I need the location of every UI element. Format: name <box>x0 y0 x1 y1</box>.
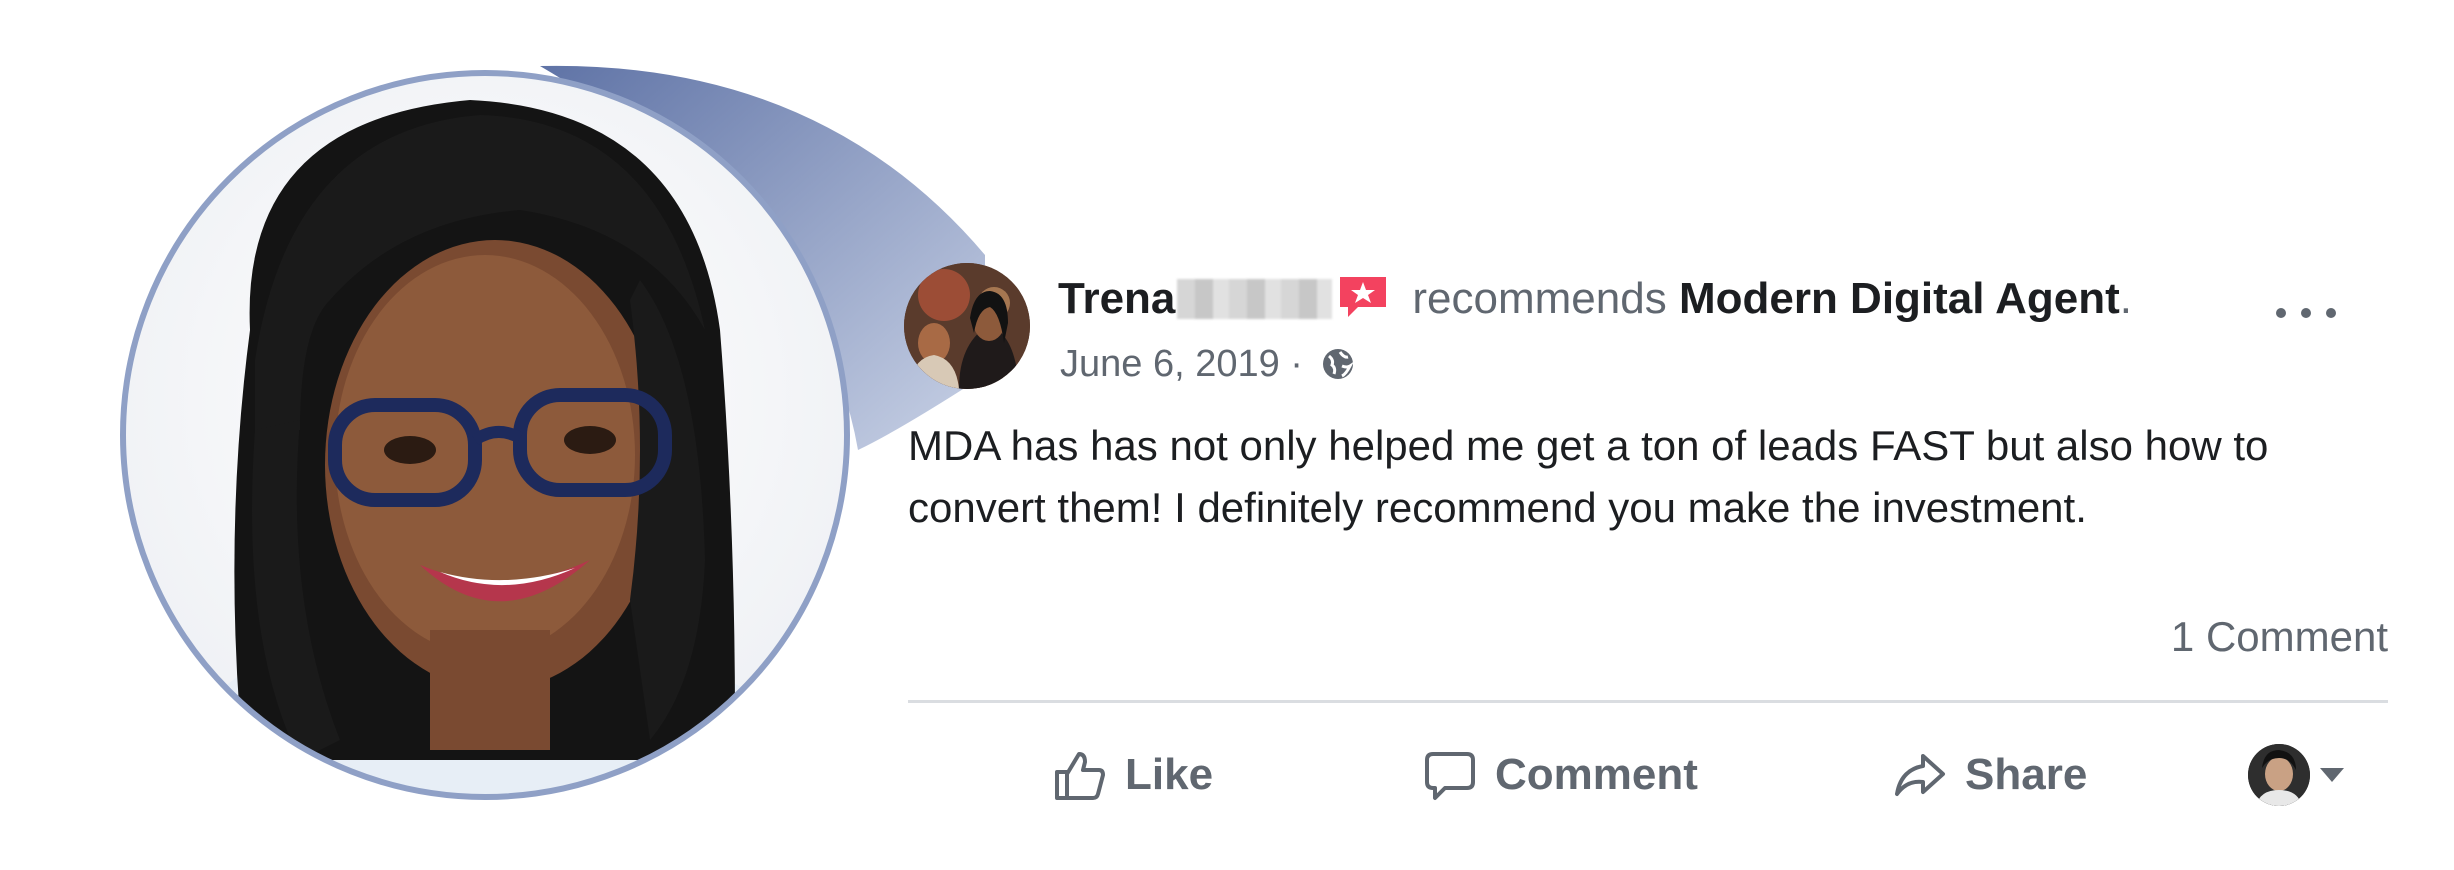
dot <box>2301 308 2311 318</box>
post-header: Trena recommends Modern Digital Agent. <box>1058 273 2132 324</box>
dot <box>2326 308 2336 318</box>
like-label: Like <box>1125 750 1214 799</box>
viewer-avatar <box>2248 744 2310 806</box>
comments-count-link[interactable]: 1 Comment <box>2171 613 2388 661</box>
author-name[interactable]: Trena <box>1058 274 1175 323</box>
more-options-icon[interactable] <box>2276 293 2336 333</box>
share-label: Share <box>1965 750 2088 799</box>
thumbs-up-icon <box>1055 752 1105 800</box>
share-button[interactable]: Share <box>1893 725 2087 825</box>
comment-bubble-icon <box>1425 752 1475 800</box>
testimonial-graphic: Trena recommends Modern Digital Agent. J… <box>0 0 2454 870</box>
share-arrow-icon <box>1895 754 1945 796</box>
trailing-period: . <box>2119 274 2132 323</box>
meta-separator: · <box>1279 343 1314 385</box>
comment-button[interactable]: Comment <box>1423 725 1698 825</box>
like-button[interactable]: Like <box>1053 725 1213 825</box>
caret-down-icon <box>2320 768 2344 782</box>
dot <box>2276 308 2286 318</box>
divider <box>908 700 2388 703</box>
post-meta: June 6, 2019 · <box>1060 343 1356 386</box>
globe-icon[interactable] <box>1320 346 1356 382</box>
author-avatar[interactable] <box>904 263 1030 389</box>
recommendation-badge-icon <box>1340 277 1387 317</box>
post-as-selector[interactable] <box>2248 743 2344 807</box>
redacted-surname <box>1177 279 1333 319</box>
comment-label: Comment <box>1495 750 1698 799</box>
page-name-link[interactable]: Modern Digital Agent <box>1679 274 2120 323</box>
post-date[interactable]: June 6, 2019 <box>1060 343 1280 385</box>
post-actions-bar: Like Comment Share <box>908 725 2388 825</box>
action-text: recommends <box>1412 274 1667 323</box>
post-body: MDA has has not only helped me get a ton… <box>908 422 2269 531</box>
